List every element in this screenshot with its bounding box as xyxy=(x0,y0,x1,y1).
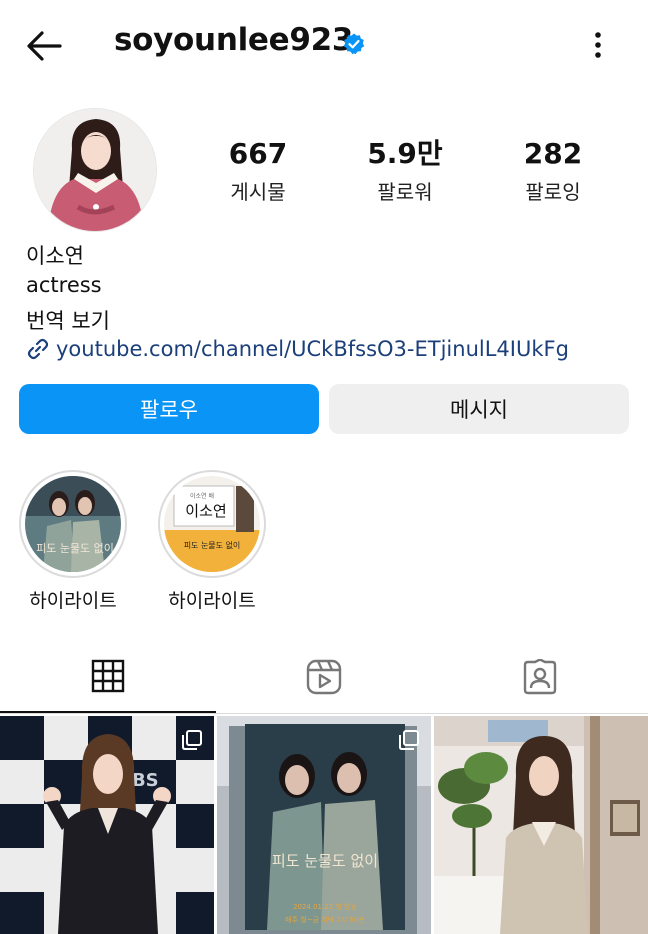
following-label: 팔로잉 xyxy=(525,180,581,204)
followers-stat[interactable]: 5.9만 팔로워 xyxy=(340,136,470,205)
highlight-label: 하이라이트 xyxy=(29,590,117,612)
highlight-ring: 피도 눈물도 없이 xyxy=(19,470,127,578)
svg-text:2024.01.22 첫 방송: 2024.01.22 첫 방송 xyxy=(293,902,357,911)
grid-icon xyxy=(91,659,125,692)
bio-name: 이소연 xyxy=(26,244,84,268)
svg-text:피도 눈물도 없이: 피도 눈물도 없이 xyxy=(36,542,114,555)
posts-count: 667 xyxy=(228,137,288,170)
bio-text: actress xyxy=(26,273,102,297)
posts-label: 게시물 xyxy=(230,180,286,204)
tab-reels[interactable] xyxy=(216,640,432,713)
multiple-photos-icon xyxy=(182,730,202,750)
profile-username: soyounlee923 xyxy=(114,22,354,58)
more-vertical-icon xyxy=(595,32,601,58)
avatar-photo xyxy=(34,109,156,231)
highlight-cover-image: 이소연 배 이소연 피도 눈물도 없이 xyxy=(164,476,260,572)
highlight-label: 하이라이트 xyxy=(168,590,256,612)
highlight-cover-image: 피도 눈물도 없이 xyxy=(25,476,121,572)
reels-icon xyxy=(306,659,342,694)
see-translation-link[interactable]: 번역 보기 xyxy=(26,305,110,335)
top-bar: soyounlee923 xyxy=(0,0,648,90)
verified-badge-icon xyxy=(343,33,365,55)
tab-tagged[interactable] xyxy=(432,640,648,713)
link-icon xyxy=(27,338,49,360)
tab-posts-grid[interactable] xyxy=(0,640,216,713)
tagged-icon xyxy=(523,658,557,694)
highlight-item[interactable]: 이소연 배 이소연 피도 눈물도 없이 하이라이트 xyxy=(158,470,266,613)
message-button[interactable]: 메시지 xyxy=(329,384,629,434)
followers-count: 5.9만 xyxy=(367,137,443,170)
external-link[interactable]: youtube.com/channel/UCkBfssO3-ETjinulL4I… xyxy=(26,337,569,361)
svg-text:이소연: 이소연 xyxy=(185,502,226,520)
svg-text:이소연 배: 이소연 배 xyxy=(190,492,214,500)
posts-stat[interactable]: 667 게시물 xyxy=(193,136,323,205)
post-thumbnail[interactable] xyxy=(434,716,648,934)
more-options-button[interactable] xyxy=(584,28,612,62)
svg-text:피도 눈물도 없이: 피도 눈물도 없이 xyxy=(272,852,378,870)
highlight-ring: 이소연 배 이소연 피도 눈물도 없이 xyxy=(158,470,266,578)
back-button[interactable] xyxy=(22,26,66,66)
multiple-photos-icon xyxy=(399,730,419,750)
follow-button[interactable]: 팔로우 xyxy=(19,384,319,434)
post-thumbnail[interactable]: 피도 눈물도 없이 2024.01.22 첫 방송 매주 월~금 저녁 7시 5… xyxy=(217,716,431,934)
post-thumbnail[interactable]: KBS xyxy=(0,716,214,934)
svg-text:매주 월~금 저녁 7시 50분: 매주 월~금 저녁 7시 50분 xyxy=(285,915,365,924)
highlight-item[interactable]: 피도 눈물도 없이 하이라이트 xyxy=(19,470,127,613)
profile-tabs xyxy=(0,640,648,714)
following-stat[interactable]: 282 팔로잉 xyxy=(488,136,618,205)
profile-avatar[interactable] xyxy=(33,108,157,232)
arrow-left-icon xyxy=(27,31,62,61)
post-image xyxy=(434,716,648,934)
svg-text:피도 눈물도 없이: 피도 눈물도 없이 xyxy=(184,540,241,550)
external-link-text: youtube.com/channel/UCkBfssO3-ETjinulL4I… xyxy=(56,337,569,361)
following-count: 282 xyxy=(523,137,583,170)
followers-label: 팔로워 xyxy=(377,180,433,204)
